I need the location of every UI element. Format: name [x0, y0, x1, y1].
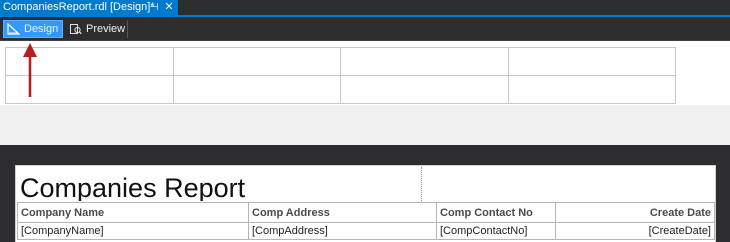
design-tablix[interactable] — [5, 47, 676, 104]
column-header[interactable]: Comp Contact No — [436, 202, 556, 223]
preview-button-label: Preview — [86, 23, 126, 35]
tablix-cell[interactable] — [507, 75, 676, 104]
design-surface[interactable] — [0, 41, 730, 145]
document-tab-strip: CompaniesReport.rdl [Design]* ⊣ ✕ — [0, 0, 730, 17]
tablix-row — [5, 47, 676, 76]
annotation-arrow — [23, 43, 37, 97]
design-button-label: Design — [24, 23, 59, 35]
field-cell[interactable]: [CreateDate] — [555, 222, 715, 240]
report-table[interactable]: Company Name Comp Address Comp Contact N… — [17, 202, 715, 240]
tablix-cell[interactable] — [340, 75, 509, 104]
column-header[interactable]: Create Date — [555, 202, 715, 223]
document-tab-title: CompaniesReport.rdl [Design]* — [3, 1, 155, 13]
report-header-row: Company Name Comp Address Comp Contact N… — [17, 202, 715, 223]
column-header[interactable]: Company Name — [17, 202, 249, 223]
report-title: Companies Report — [20, 173, 246, 202]
preview-icon — [69, 23, 82, 35]
field-cell[interactable]: [CompanyName] — [17, 222, 249, 240]
report-sheet[interactable]: Companies Report Company Name Comp Addre… — [15, 165, 716, 242]
pin-icon[interactable]: ⊣ — [148, 0, 160, 15]
report-title-textbox[interactable]: Companies Report — [17, 167, 422, 201]
design-button[interactable]: Design — [3, 20, 63, 38]
field-cell[interactable]: [CompAddress] — [248, 222, 437, 240]
field-cell[interactable]: [CompContactNo] — [436, 222, 556, 240]
designer-toolbar: Design Preview — [0, 17, 730, 41]
column-header[interactable]: Comp Address — [248, 202, 437, 223]
report-detail-row: [CompanyName] [CompAddress] [CompContact… — [17, 222, 715, 240]
preview-button[interactable]: Preview — [66, 20, 126, 38]
close-icon[interactable]: ✕ — [163, 0, 175, 15]
tablix-cell[interactable] — [172, 75, 341, 104]
tablix-cell[interactable] — [507, 47, 676, 76]
toolbar-separator — [127, 20, 128, 38]
tablix-row — [5, 75, 676, 104]
tablix-cell[interactable] — [172, 47, 341, 76]
design-ruler-icon — [7, 23, 20, 35]
tablix-cell[interactable] — [340, 47, 509, 76]
